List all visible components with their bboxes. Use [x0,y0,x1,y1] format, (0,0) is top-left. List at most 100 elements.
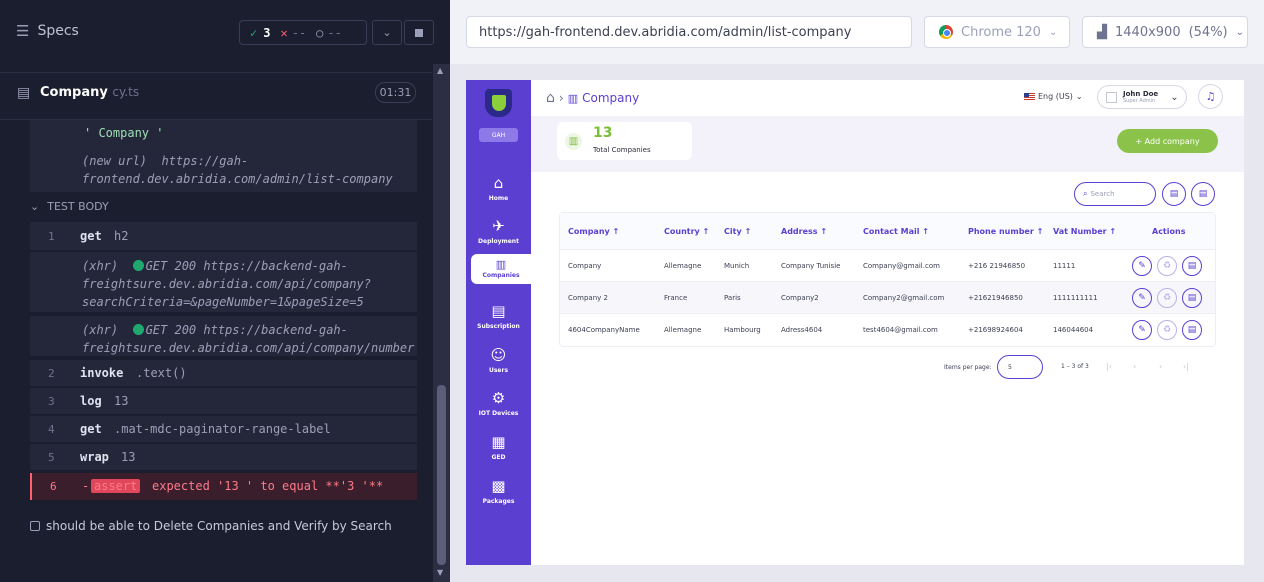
column-header[interactable]: Vat Number ↑ [1053,213,1116,249]
command-row[interactable]: 4 get .mat-mdc-paginator-range-label [30,416,417,442]
home-icon[interactable]: ⌂ [546,90,555,106]
breadcrumb-current[interactable]: Company [582,91,639,105]
prev-page-icon[interactable]: ‹ [1133,362,1136,371]
command-message: .mat-mdc-paginator-range-label [114,422,331,436]
command-name: get [80,229,102,243]
cell-city: Munich [724,261,750,270]
command-row[interactable]: 1 get h2 [30,222,417,250]
cell-email: Company@gmail.com [863,261,940,270]
details-icon[interactable]: ▤ [1182,287,1202,308]
notification-bell-icon[interactable]: ♫ [1198,84,1223,109]
viewport-icon: ▟ [1097,24,1107,40]
xhr-row[interactable]: (xhr) GET 200 https://backend-gah- freig… [30,316,417,356]
browser-selector[interactable]: Chrome 120 ⌄ [924,16,1070,48]
url-bar[interactable]: https://gah-frontend.dev.abridia.com/adm… [466,16,912,48]
details-icon[interactable]: ▤ [1182,255,1202,276]
chrome-icon [939,25,953,39]
nav-companies[interactable]: ▥ Companies [471,254,531,284]
column-header[interactable]: Phone number ↑ [968,213,1043,249]
command-row[interactable]: 2 invoke .text() [30,360,417,386]
column-header[interactable]: Address ↑ [781,213,827,249]
command-message: 13 [114,394,129,408]
command-row[interactable]: 3 log 13 [30,388,417,414]
chevron-down-icon: ⌄ [1048,26,1058,38]
package-icon: ▩ [491,477,506,495]
next-test-item[interactable]: should be able to Delete Companies and V… [30,519,392,533]
user-name: John Doe [1123,90,1159,98]
nav-label: GED [491,454,506,461]
scrollbar-thumb[interactable] [437,385,446,565]
column-header[interactable]: City ↑ [724,213,751,249]
test-body-header[interactable]: ⌄ TEST BODY [30,200,109,213]
breadcrumb: ⌂ › ▥ Company [546,90,639,106]
cell-phone: +216 21946850 [968,261,1026,270]
edit-icon[interactable]: ✎ [1132,255,1152,276]
device-icon: ⚙ [491,389,506,407]
test-body-label: TEST BODY [47,200,109,213]
delete-icon[interactable]: ♻ [1157,287,1177,308]
spec-file-name: Company cy.ts [40,85,140,100]
next-test-title: should be able to Delete Companies and V… [46,519,392,533]
cell-email: Company2@gmail.com [863,293,945,302]
chevron-down-icon: ⌄ [1075,92,1083,101]
next-page-icon[interactable]: › [1159,362,1162,371]
column-header[interactable]: Contact Mail ↑ [863,213,929,249]
cell-phone: +21621946850 [968,293,1023,302]
chevron-down-icon: ⌄ [1170,91,1179,103]
table-header: Company ↑ Country ↑ City ↑ Address ↑ Con… [560,213,1215,250]
total-label: Total Companies [593,146,651,154]
nav-ged[interactable]: ▦ GED [466,427,531,467]
pdf-icon: ▤ [1169,189,1179,199]
cell-vat: 1111111111 [1053,293,1098,302]
column-header: Actions [1152,226,1186,236]
search-input[interactable]: ⌕ Search [1074,182,1156,206]
command-number: 5 [48,451,55,464]
chevron-down-icon[interactable]: ⌄ [372,20,402,45]
viewport-selector[interactable]: ▟ 1440x900 (54%) ⌄ [1082,16,1248,48]
edit-icon[interactable]: ✎ [1132,287,1152,308]
column-header[interactable]: Country ↑ [664,213,709,249]
avatar [1106,91,1117,103]
cell-address: Company Tunisie [781,261,841,270]
specs-toggle[interactable]: ☰ Specs [16,22,79,40]
stop-button[interactable] [404,20,434,45]
command-message: h2 [114,229,129,243]
command-number: 6 [50,480,57,493]
nav-iot-devices[interactable]: ⚙ IOT Devices [466,383,531,423]
nav-packages[interactable]: ▩ Packages [466,471,531,511]
user-menu[interactable]: John Doe Super Admin ⌄ [1097,85,1187,109]
export-excel-button[interactable]: ▤ [1191,182,1215,206]
delete-icon[interactable]: ♻ [1157,320,1177,340]
page-size-select[interactable]: 5 [997,355,1043,379]
command-name: get [80,422,102,436]
failed-icon: ✕ [280,25,288,40]
scroll-down-icon: ▼ [437,568,444,577]
delete-icon[interactable]: ♻ [1157,255,1177,276]
nav-subscription[interactable]: ▤ Subscription [466,296,531,336]
command-text: ' Company ' [84,126,164,140]
nav-deployment[interactable]: ✈ Deployment [466,211,531,251]
nav-label: Companies [482,272,520,279]
details-icon[interactable]: ▤ [1182,320,1202,340]
export-pdf-button[interactable]: ▤ [1162,182,1186,206]
nav-label: Deployment [478,238,519,245]
last-page-icon[interactable]: ›| [1183,362,1189,371]
add-company-button[interactable]: + Add company [1117,129,1218,153]
home-icon: ⌂ [493,174,504,192]
xhr-label: (xhr) [82,259,133,273]
edit-icon[interactable]: ✎ [1132,320,1152,340]
company-table: Company ↑ Country ↑ City ↑ Address ↑ Con… [559,212,1216,347]
building-icon: ▥ [565,133,582,150]
nav-home[interactable]: ⌂ Home [466,168,531,208]
first-page-icon[interactable]: |‹ [1106,362,1112,371]
cell-country: France [664,293,688,302]
xhr-row[interactable]: (xhr) GET 200 https://backend-gah- freig… [30,252,417,312]
stop-icon [415,28,423,37]
total-companies-card: ▥ 13 Total Companies [557,122,692,160]
nav-users[interactable]: ☺ Users [466,340,531,380]
language-selector[interactable]: Eng (US) ⌄ [1024,92,1083,101]
command-row[interactable]: 5 wrap 13 [30,444,417,470]
test-status-icon [30,521,40,531]
column-header[interactable]: Company ↑ [568,213,619,249]
failed-assert-row[interactable]: 6 - assert expected '13 ' to equal **'3 … [30,473,417,500]
